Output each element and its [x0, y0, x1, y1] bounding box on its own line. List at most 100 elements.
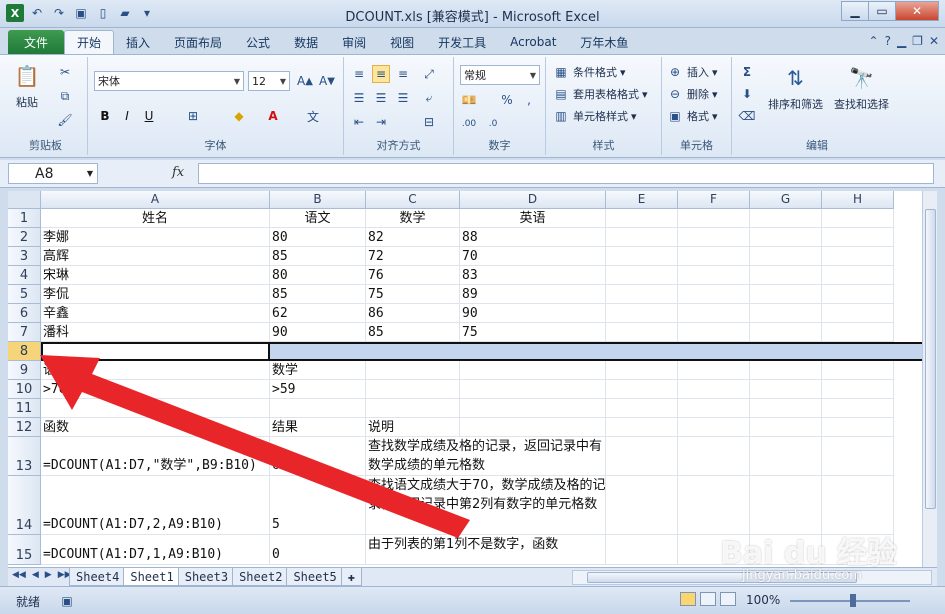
fill-color-icon[interactable]: ◆: [230, 107, 248, 125]
cell[interactable]: [750, 418, 822, 437]
cell[interactable]: [678, 418, 750, 437]
doc-restore-icon[interactable]: ❐: [912, 34, 923, 48]
align-right-icon[interactable]: ☰: [394, 89, 412, 107]
cell[interactable]: [270, 342, 366, 361]
format-painter-icon[interactable]: 🖌: [56, 111, 74, 129]
cell[interactable]: [678, 228, 750, 247]
conditional-format-button[interactable]: ▦ 条件格式 ▾: [552, 63, 625, 81]
grow-font-icon[interactable]: A ▲: [296, 72, 314, 90]
cell[interactable]: [750, 247, 822, 266]
align-left-icon[interactable]: ☰: [350, 89, 368, 107]
cell[interactable]: [41, 399, 270, 418]
wrap-text-icon[interactable]: ⤶: [420, 89, 438, 107]
column-header-a[interactable]: A: [41, 191, 270, 209]
tab-formulas[interactable]: 公式: [234, 30, 282, 54]
tab-insert[interactable]: 插入: [114, 30, 162, 54]
cell[interactable]: 72: [366, 247, 460, 266]
insert-cells-button[interactable]: ⊕ 插入 ▾: [666, 63, 718, 81]
doc-close-icon[interactable]: ✕: [929, 34, 939, 48]
currency-icon[interactable]: 💴: [460, 91, 478, 109]
cell[interactable]: [822, 323, 894, 342]
cell[interactable]: [822, 437, 894, 476]
cell[interactable]: [606, 285, 678, 304]
cell[interactable]: [750, 399, 822, 418]
cell[interactable]: [678, 304, 750, 323]
help-icon[interactable]: ?: [885, 34, 891, 48]
cell[interactable]: 姓名: [41, 209, 270, 228]
cell[interactable]: [822, 228, 894, 247]
cell[interactable]: 数学: [366, 209, 460, 228]
cell[interactable]: 82: [366, 228, 460, 247]
cell[interactable]: =DCOUNT(A1:D7,"数学",B9:B10): [41, 437, 270, 476]
merge-center-icon[interactable]: ⊟: [420, 113, 438, 131]
cell[interactable]: [606, 399, 678, 418]
cell[interactable]: 潘科: [41, 323, 270, 342]
copy-icon[interactable]: ⧉: [56, 87, 74, 105]
cell[interactable]: 数学: [270, 361, 366, 380]
cell[interactable]: [606, 476, 678, 535]
column-header-c[interactable]: C: [366, 191, 460, 209]
spreadsheet-grid[interactable]: A B C D E F G H 1 姓名 语文 数学 英语 2 李娜 80 82 88 3 高辉 85 72 70 4 宋琳 80…: [8, 191, 922, 567]
name-box[interactable]: A8 ▼: [8, 163, 98, 184]
cell[interactable]: [460, 361, 606, 380]
column-header-e[interactable]: E: [606, 191, 678, 209]
delete-cells-button[interactable]: ⊖ 删除 ▾: [666, 85, 718, 103]
vertical-scroll-thumb[interactable]: [925, 209, 936, 509]
first-sheet-icon[interactable]: ◀◀: [12, 570, 26, 580]
formula-input[interactable]: [198, 163, 934, 184]
cell[interactable]: >59: [270, 380, 366, 399]
row-header[interactable]: 8: [8, 342, 41, 361]
cell[interactable]: [41, 342, 270, 361]
cell[interactable]: 宋琳: [41, 266, 270, 285]
row-header[interactable]: 2: [8, 228, 41, 247]
cell[interactable]: [822, 342, 894, 361]
cell[interactable]: [750, 323, 822, 342]
cell[interactable]: [750, 209, 822, 228]
cell[interactable]: 89: [460, 285, 606, 304]
row-header[interactable]: 13: [8, 437, 41, 476]
cell[interactable]: [822, 209, 894, 228]
cell[interactable]: 函数: [41, 418, 270, 437]
cell[interactable]: [606, 323, 678, 342]
cell[interactable]: [606, 535, 678, 565]
font-color-icon[interactable]: A: [264, 107, 282, 125]
cell[interactable]: [460, 418, 606, 437]
insert-sheet-icon[interactable]: ✚: [340, 568, 363, 586]
row-header[interactable]: 7: [8, 323, 41, 342]
insert-function-button[interactable]: fx: [172, 165, 184, 180]
row-header[interactable]: 6: [8, 304, 41, 323]
page-break-view-button[interactable]: [720, 592, 736, 606]
doc-minimize-icon[interactable]: ▁: [897, 34, 906, 48]
normal-view-button[interactable]: [680, 592, 696, 606]
cell[interactable]: [678, 399, 750, 418]
cell[interactable]: [678, 361, 750, 380]
cell[interactable]: [678, 342, 750, 361]
cell[interactable]: 李娜: [41, 228, 270, 247]
tab-developer[interactable]: 开发工具: [426, 30, 498, 54]
cell[interactable]: [460, 380, 606, 399]
cell[interactable]: 英语: [460, 209, 606, 228]
cell[interactable]: 85: [270, 247, 366, 266]
align-bottom-icon[interactable]: ≡: [394, 65, 412, 83]
cell[interactable]: =DCOUNT(A1:D7,2,A9:B10): [41, 476, 270, 535]
zoom-level[interactable]: 100%: [746, 593, 780, 607]
autosum-button[interactable]: Σ: [738, 63, 756, 81]
cell[interactable]: [678, 247, 750, 266]
cell[interactable]: 高辉: [41, 247, 270, 266]
comma-icon[interactable]: ,: [520, 91, 538, 109]
cell[interactable]: [822, 361, 894, 380]
cell[interactable]: [822, 380, 894, 399]
sort-filter-button[interactable]: ⇅ 排序和筛选: [768, 63, 823, 112]
minimize-button[interactable]: ▁: [841, 1, 869, 21]
cell[interactable]: [460, 535, 606, 565]
cell[interactable]: =DCOUNT(A1:D7,1,A9:B10): [41, 535, 270, 565]
phonetic-icon[interactable]: 文: [304, 107, 322, 125]
cell[interactable]: 5: [270, 476, 366, 535]
paste-button[interactable]: 📋 粘贴: [12, 61, 42, 110]
cell[interactable]: [606, 342, 678, 361]
cell[interactable]: [822, 266, 894, 285]
bold-button[interactable]: B: [96, 107, 114, 125]
cell[interactable]: 80: [270, 228, 366, 247]
name-box-dropdown-icon[interactable]: ▼: [87, 169, 93, 178]
cell[interactable]: 90: [460, 304, 606, 323]
